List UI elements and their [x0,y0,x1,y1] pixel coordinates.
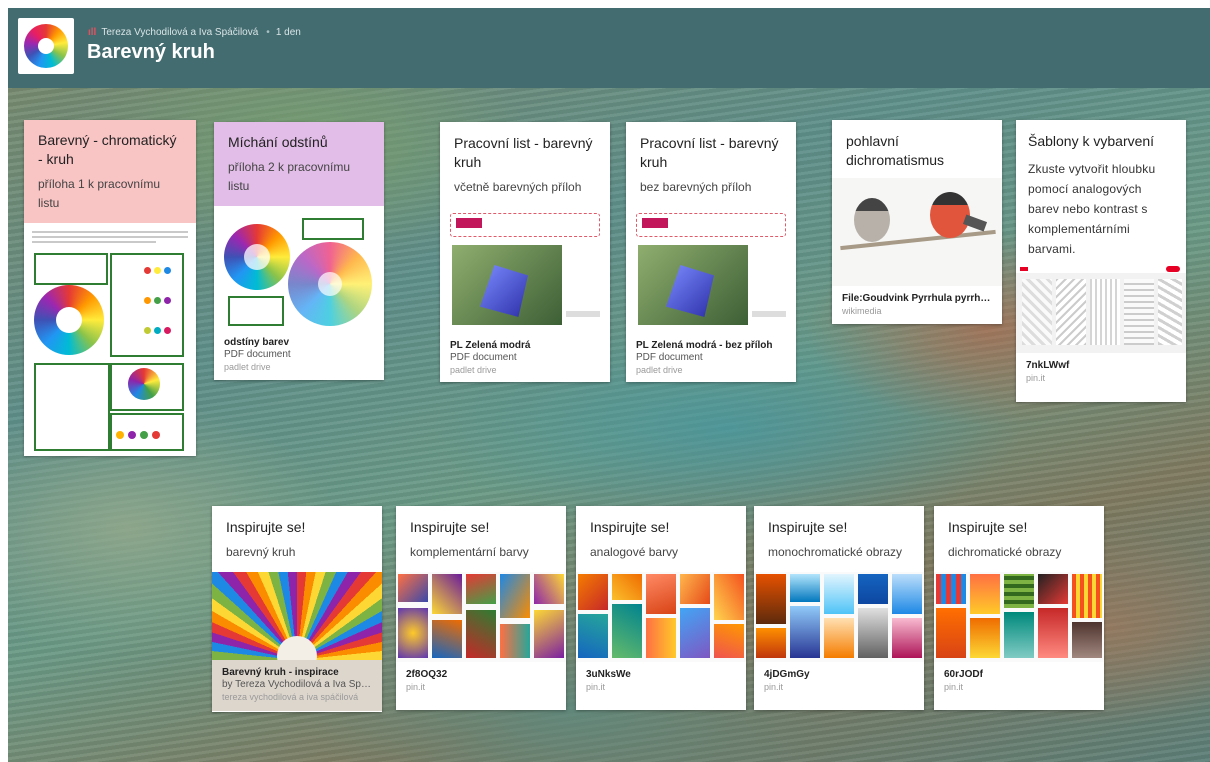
post-card-inspiration-wheel[interactable]: Inspirujte se! barevný kruh Barevný kruh… [212,506,382,712]
post-subtitle: včetně barevných příloh [454,180,582,194]
attachment-footer[interactable]: 7nkLWwf pin.it [1016,353,1186,392]
board-logo[interactable] [18,18,74,74]
post-subtitle: barevný kruh [226,545,296,559]
attachment-footer[interactable]: File:Goudvink Pyrrhula pyrrhul… wikimedi… [832,286,1002,324]
post-card-chromatic-wheel[interactable]: Barevný - chromatický - kruh příloha 1 k… [24,120,196,456]
post-title: Míchání odstínů [228,134,328,150]
attachment-source: pin.it [944,682,964,692]
post-title: Inspirujte se! [948,519,1028,535]
attachment-footer[interactable]: 4jDGmGy pin.it [754,662,924,701]
post-title: Pracovní list - barevný kruh [640,135,779,170]
attachment-footer[interactable]: PL Zelená modrá - bez příloh PDF documen… [626,333,796,382]
attachment-source: padlet drive [224,362,271,372]
document-preview[interactable] [214,206,384,330]
post-subtitle: příloha 2 k pracovnímu listu [228,160,351,193]
post-title: Barevný - chromatický - kruh [38,132,177,167]
post-card-inspiration-analogous[interactable]: Inspirujte se! analogové barvy 3uNksWe p… [576,506,746,710]
post-title: Pracovní list - barevný kruh [454,135,593,170]
post-subtitle: dichromatické obrazy [948,545,1062,559]
post-card-inspiration-monochrome[interactable]: Inspirujte se! monochromatické obrazy 4j… [754,506,924,710]
board-meta: ıll Tereza Vychodilová a Iva Spáčilová • 1 … [88,27,301,38]
bar-chart-icon: ıll [88,27,97,38]
post-card-dichromatism[interactable]: pohlavní dichromatismus File:Goudvink Py… [832,120,1002,324]
post-subtitle: komplementární barvy [410,545,529,559]
attachment-footer[interactable]: PL Zelená modrá PDF document padlet driv… [440,333,610,382]
post-subtitle: analogové barvy [590,545,679,559]
attachment-title: PL Zelená modrá [450,340,531,351]
document-preview[interactable] [440,207,610,333]
attachment-title: 2f8OQ32 [406,669,448,680]
attachment-source: pin.it [764,682,784,692]
attachment-title: 4jDGmGy [764,669,810,680]
post-title: Inspirujte se! [410,519,490,535]
bird-image[interactable] [832,178,1002,286]
post-subtitle: bez barevných příloh [640,180,752,194]
attachment-footer[interactable]: 60rJODf pin.it [934,662,1104,701]
attachment-source: tereza vychodilová a iva spáčilová [222,692,359,702]
attachment-author: by Tereza Vychodilová a Iva Sp… [222,679,371,690]
post-card-mixing-shades[interactable]: Míchání odstínů příloha 2 k pracovnímu l… [214,122,384,380]
attachment-type: PDF document [636,352,703,363]
attachment-title: Barevný kruh - inspirace [222,667,339,678]
crayons-image[interactable] [212,572,382,660]
attachment-footer[interactable]: 2f8OQ32 pin.it [396,662,566,701]
attachment-source: pin.it [1026,373,1046,383]
attachment-source: pin.it [406,682,426,692]
attachment-source: wikimedia [842,306,882,316]
attachment-title: File:Goudvink Pyrrhula pyrrhul… [842,293,992,304]
board-title: Barevný kruh [87,41,215,63]
post-subtitle: monochromatické obrazy [768,545,903,559]
link-preview-image[interactable] [1016,265,1186,353]
attachment-type: PDF document [450,352,517,363]
attachment-source: padlet drive [636,365,683,375]
post-body: Zkuste vytvořit hloubku pomocí analogový… [1028,162,1156,256]
attachment-title: odstíny barev [224,337,290,348]
attachment-source: padlet drive [450,365,497,375]
post-title: Šablony k vybarvení [1028,133,1155,149]
post-title: Inspirujte se! [226,519,306,535]
attachment-footer[interactable]: odstíny barev PDF document padlet drive [214,330,384,380]
post-title: pohlavní dichromatismus [846,133,945,168]
post-title: Inspirujte se! [590,519,670,535]
attachment-source: pin.it [586,682,606,692]
document-preview[interactable] [626,207,796,333]
post-card-templates[interactable]: Šablony k vybarvení Zkuste vytvořit hlou… [1016,120,1186,402]
pinterest-preview[interactable] [576,572,746,662]
post-subtitle: příloha 1 k pracovnímu listu [38,177,161,210]
post-card-worksheet-plain[interactable]: Pracovní list - barevný kruh bez barevný… [626,122,796,382]
attachment-footer[interactable]: 3uNksWe pin.it [576,662,746,701]
post-card-inspiration-complementary[interactable]: Inspirujte se! komplementární barvy 2f8O… [396,506,566,710]
pinterest-preview[interactable] [396,572,566,662]
pinterest-preview[interactable] [754,572,924,662]
attachment-type: PDF document [224,349,291,360]
padlet-board: ıll Tereza Vychodilová a Iva Spáčilová • 1 … [8,8,1210,762]
attachment-title: 7nkLWwf [1026,360,1070,371]
attachment-footer[interactable]: Barevný kruh - inspirace by Tereza Vycho… [212,660,382,711]
pinterest-preview[interactable] [934,572,1104,662]
post-card-worksheet-color[interactable]: Pracovní list - barevný kruh včetně bare… [440,122,610,382]
attachment-title: 3uNksWe [586,669,631,680]
board-header: ıll Tereza Vychodilová a Iva Spáčilová • 1 … [8,8,1210,88]
post-card-inspiration-dichromatic[interactable]: Inspirujte se! dichromatické obrazy 60rJ… [934,506,1104,710]
document-preview[interactable] [24,223,196,455]
board-author[interactable]: Tereza Vychodilová a Iva Spáčilová [101,27,258,38]
attachment-title: PL Zelená modrá - bez příloh [636,340,773,351]
attachment-title: 60rJODf [944,669,983,680]
post-title: Inspirujte se! [768,519,848,535]
board-time: 1 den [275,27,301,38]
